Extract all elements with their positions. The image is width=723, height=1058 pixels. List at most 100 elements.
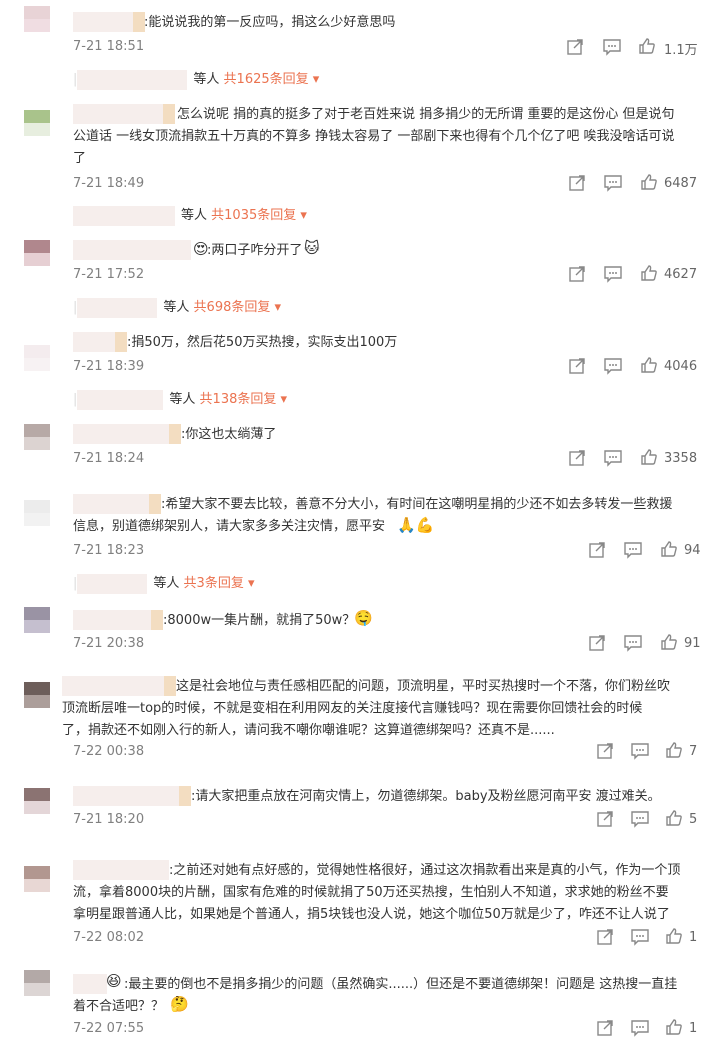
like-icon[interactable] xyxy=(665,927,683,945)
share-icon[interactable] xyxy=(568,357,586,375)
avatar[interactable] xyxy=(24,110,50,136)
comment-text: :8000w一集片酬，就捐了50w？ xyxy=(163,613,356,628)
comment-text: 怎么说呢 捐的真的挺多了对于老百姓来说 捐多捐少的无所谓 重要的是这份心 但是说… xyxy=(177,107,675,122)
share-icon[interactable] xyxy=(568,265,586,283)
comment-icon[interactable] xyxy=(603,174,623,192)
username[interactable] xyxy=(62,676,176,696)
avatar[interactable] xyxy=(24,866,50,892)
comment-text: 公道话 一线女顶流捐款五十万真的不算多 挣钱太容易了 一部剧下来也得有个几个亿了… xyxy=(73,129,675,144)
like-icon[interactable] xyxy=(640,356,658,374)
reply-summary[interactable]: | 等人 共138条回复 ▾ xyxy=(73,388,287,410)
comment-time: 7-21 17:52 xyxy=(73,267,145,282)
avatar[interactable] xyxy=(24,424,50,450)
thinking-emoji-icon: 🤔 xyxy=(170,995,189,1013)
like-icon[interactable] xyxy=(640,264,658,282)
comment-icon[interactable] xyxy=(603,449,623,467)
avatar[interactable] xyxy=(24,970,50,996)
comment-time: 7-21 18:49 xyxy=(73,176,145,191)
comment-text: 拿明星跟普通人比，如果她是个普通人，捐5块钱也没人说，她这个咖位50万就是少了，… xyxy=(73,907,670,922)
comment-time: 7-22 07:55 xyxy=(73,1021,145,1036)
username[interactable] xyxy=(73,494,161,514)
comment-text: :捐50万，然后花50万买热搜，实际支出100万 xyxy=(127,335,398,350)
comment-icon[interactable] xyxy=(602,38,622,56)
comment-icon[interactable] xyxy=(630,928,650,946)
username[interactable] xyxy=(73,424,181,444)
comment-text: :两口子咋分开了 xyxy=(207,243,303,258)
comment-icon[interactable] xyxy=(623,541,643,559)
like-icon[interactable] xyxy=(660,633,678,651)
like-icon[interactable] xyxy=(665,809,683,827)
drool-emoji-icon: 🤤 xyxy=(354,609,373,627)
share-icon[interactable] xyxy=(588,541,606,559)
username[interactable] xyxy=(73,240,191,260)
avatar[interactable] xyxy=(24,607,50,633)
share-icon[interactable] xyxy=(596,810,614,828)
share-icon[interactable] xyxy=(568,174,586,192)
comment-text: :请大家把重点放在河南灾情上，勿道德绑架。baby及粉丝愿河南平安 渡过难关。 xyxy=(191,789,661,804)
comment-icon[interactable] xyxy=(603,265,623,283)
avatar[interactable] xyxy=(24,682,50,708)
comment-text: 着不合适吧？？ xyxy=(73,999,165,1014)
comment-text: 信息，别道德绑架别人，请大家多多关注灾情，愿平安 xyxy=(73,519,386,534)
like-count: 5 xyxy=(689,812,698,827)
like-icon[interactable] xyxy=(640,173,658,191)
username[interactable] xyxy=(73,860,169,880)
comment-text: 这是社会地位与责任感相匹配的问题，顶流明星，平时买热搜时一个不落，你们粉丝吹 xyxy=(176,679,671,694)
share-icon[interactable] xyxy=(588,634,606,652)
username[interactable] xyxy=(73,12,145,32)
like-count: 3358 xyxy=(664,451,698,466)
comment-icon[interactable] xyxy=(623,634,643,652)
like-icon[interactable] xyxy=(665,741,683,759)
comment-time: 7-21 18:23 xyxy=(73,543,145,558)
reply-summary[interactable]: | 等人 共698条回复 ▾ xyxy=(73,296,281,318)
avatar[interactable] xyxy=(24,6,50,32)
like-count: 91 xyxy=(684,636,701,651)
like-icon[interactable] xyxy=(638,37,656,55)
reply-summary[interactable]: 等人 共1035条回复 ▾ xyxy=(73,204,307,226)
comment-text: 了 xyxy=(73,151,87,166)
reply-summary[interactable]: | 等人 共3条回复 ▾ xyxy=(73,572,254,594)
share-icon[interactable] xyxy=(596,928,614,946)
comment-time: 7-22 00:38 xyxy=(73,744,145,759)
like-icon[interactable] xyxy=(640,448,658,466)
comment-time: 7-21 18:20 xyxy=(73,812,145,827)
avatar[interactable] xyxy=(24,788,50,814)
like-count: 1 xyxy=(689,930,698,945)
comment-text: :之前还对她有点好感的，觉得她性格很好，通过这次捐款看出来是真的小气，作为一个顶 xyxy=(169,863,681,878)
comment-time: 7-21 18:51 xyxy=(73,39,145,54)
reply-summary[interactable]: | 等人 共1625条回复 ▾ xyxy=(73,68,319,90)
comment-text: :希望大家不要去比较，善意不分大小，有时间在这嘲明星捐的少还不如去多转发一些救援 xyxy=(161,497,673,512)
like-count: 94 xyxy=(684,543,701,558)
like-icon[interactable] xyxy=(660,540,678,558)
comment-icon[interactable] xyxy=(603,357,623,375)
share-icon[interactable] xyxy=(566,38,584,56)
like-count: 4046 xyxy=(664,359,698,374)
like-count: 1.1万 xyxy=(664,43,698,58)
like-icon[interactable] xyxy=(665,1018,683,1036)
username[interactable] xyxy=(73,104,175,124)
pray-emoji-icon: 🙏💪 xyxy=(397,516,435,534)
comment-icon[interactable] xyxy=(630,810,650,828)
comment-icon[interactable] xyxy=(630,1019,650,1037)
avatar[interactable] xyxy=(24,500,50,526)
like-count: 7 xyxy=(689,744,698,759)
comment-text: :你这也太绱薄了 xyxy=(181,427,277,442)
like-count: 1 xyxy=(689,1021,698,1036)
comment-text: 了，捐款还不如刚入行的新人，请问我不嘲你嘲谁呢？这算道德绑架吗？还真不是....… xyxy=(62,723,555,738)
comment-text: 流，拿着8000块的片酬，国家有危难的时候就捐了50万还买热搜，生怕别人不知道，… xyxy=(73,885,669,900)
avatar[interactable] xyxy=(24,240,50,266)
username[interactable] xyxy=(73,786,191,806)
comment-text: :能说说我的第一反应吗，捐这么少好意思吗 xyxy=(144,15,396,30)
comment-icon[interactable] xyxy=(630,742,650,760)
share-icon[interactable] xyxy=(568,449,586,467)
comment-time: 7-21 18:24 xyxy=(73,451,145,466)
share-icon[interactable] xyxy=(596,1019,614,1037)
emoji-icon: 😆 xyxy=(106,972,122,990)
share-icon[interactable] xyxy=(596,742,614,760)
username[interactable] xyxy=(73,610,163,630)
like-count: 6487 xyxy=(664,176,698,191)
comment-time: 7-21 20:38 xyxy=(73,636,145,651)
avatar[interactable] xyxy=(24,345,50,371)
username[interactable] xyxy=(73,974,107,994)
username[interactable] xyxy=(73,332,127,352)
